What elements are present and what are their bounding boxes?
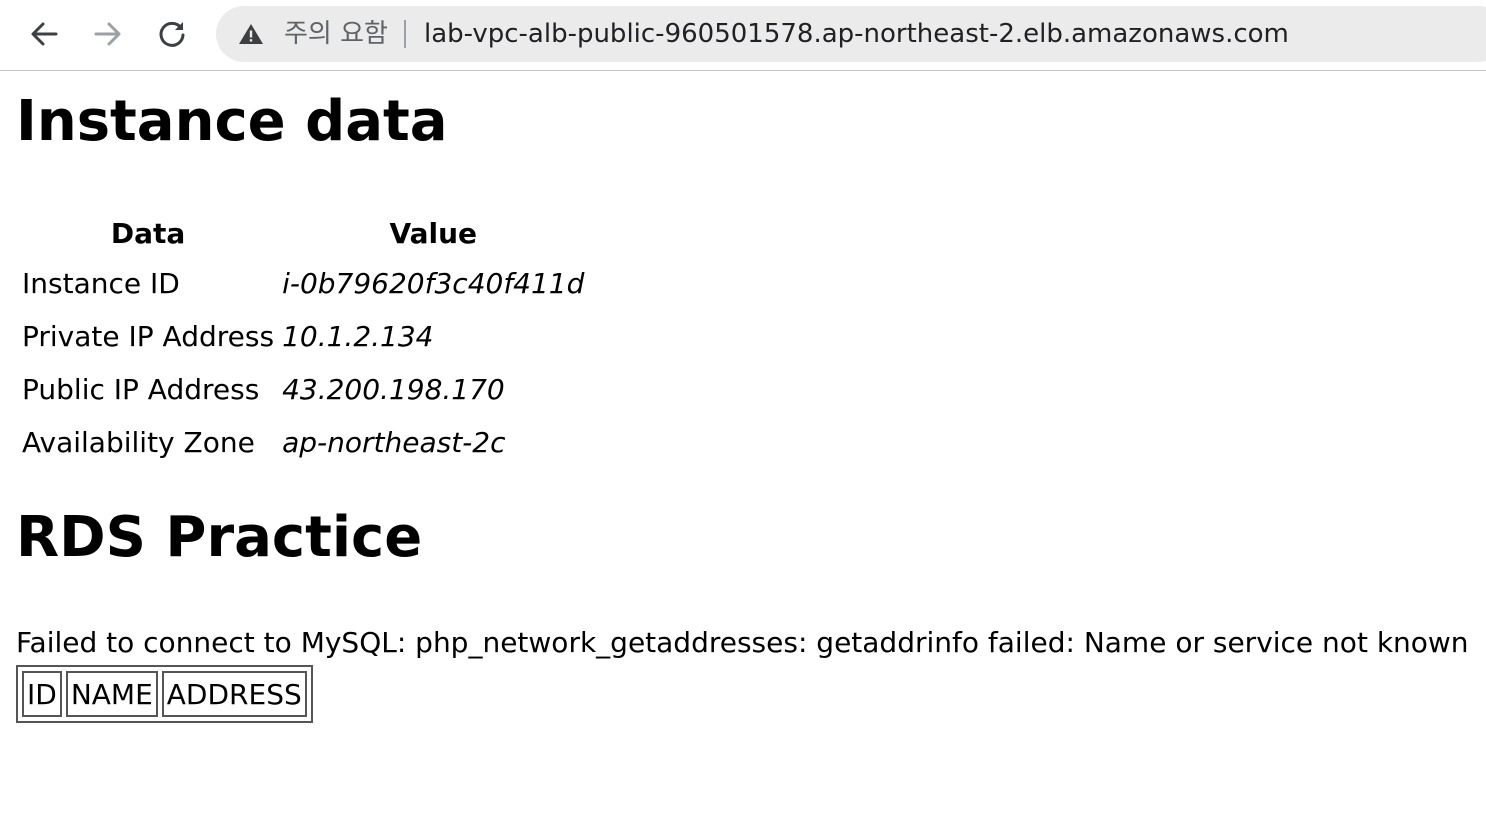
instance-data-table: Data Value Instance ID i-0b79620f3c40f41… xyxy=(16,207,590,471)
back-button[interactable] xyxy=(24,14,64,54)
row-value: 10.1.2.134 xyxy=(282,320,434,353)
table-row: Instance ID i-0b79620f3c40f411d xyxy=(20,259,586,308)
instance-data-heading: Instance data xyxy=(16,89,448,154)
rds-practice-heading: RDS Practice xyxy=(16,505,423,570)
row-label: Instance ID xyxy=(22,267,180,300)
row-label: Private IP Address xyxy=(22,320,275,353)
row-label: Public IP Address xyxy=(22,373,260,406)
column-header-value: Value xyxy=(389,216,478,250)
row-value: i-0b79620f3c40f411d xyxy=(282,267,585,300)
row-value: 43.200.198.170 xyxy=(282,373,505,406)
browser-toolbar: 주의 요함 lab-vpc-alb-public-960501578.ap-no… xyxy=(0,0,1486,71)
row-label: Availability Zone xyxy=(22,426,255,459)
address-bar[interactable]: 주의 요함 lab-vpc-alb-public-960501578.ap-no… xyxy=(216,6,1486,62)
security-warning-label[interactable]: 주의 요함 xyxy=(284,18,388,50)
column-header-address: ADDRESS xyxy=(161,671,307,717)
column-header-name: NAME xyxy=(65,671,158,717)
column-header-id: ID xyxy=(22,671,62,717)
table-row: Public IP Address 43.200.198.170 xyxy=(20,365,586,414)
page-content: Instance data Data Value Instance ID i-0… xyxy=(0,71,1486,826)
back-arrow-icon xyxy=(31,22,58,46)
reload-button[interactable] xyxy=(152,14,192,54)
table-header-row: ID NAME ADDRESS xyxy=(22,671,307,717)
reload-icon xyxy=(159,21,185,47)
row-value: ap-northeast-2c xyxy=(282,426,506,459)
rds-results-table: ID NAME ADDRESS xyxy=(16,665,313,723)
table-row: Private IP Address 10.1.2.134 xyxy=(20,312,586,361)
forward-arrow-icon xyxy=(94,22,121,46)
table-header-row: Data Value xyxy=(20,211,586,255)
warning-icon[interactable] xyxy=(238,22,264,46)
column-header-data: Data xyxy=(110,216,186,250)
url-text[interactable]: lab-vpc-alb-public-960501578.ap-northeas… xyxy=(424,18,1289,50)
forward-button[interactable] xyxy=(88,14,128,54)
table-row: Availability Zone ap-northeast-2c xyxy=(20,418,586,467)
mysql-error-message: Failed to connect to MySQL: php_network_… xyxy=(16,626,1469,659)
omnibox-divider xyxy=(404,20,406,48)
